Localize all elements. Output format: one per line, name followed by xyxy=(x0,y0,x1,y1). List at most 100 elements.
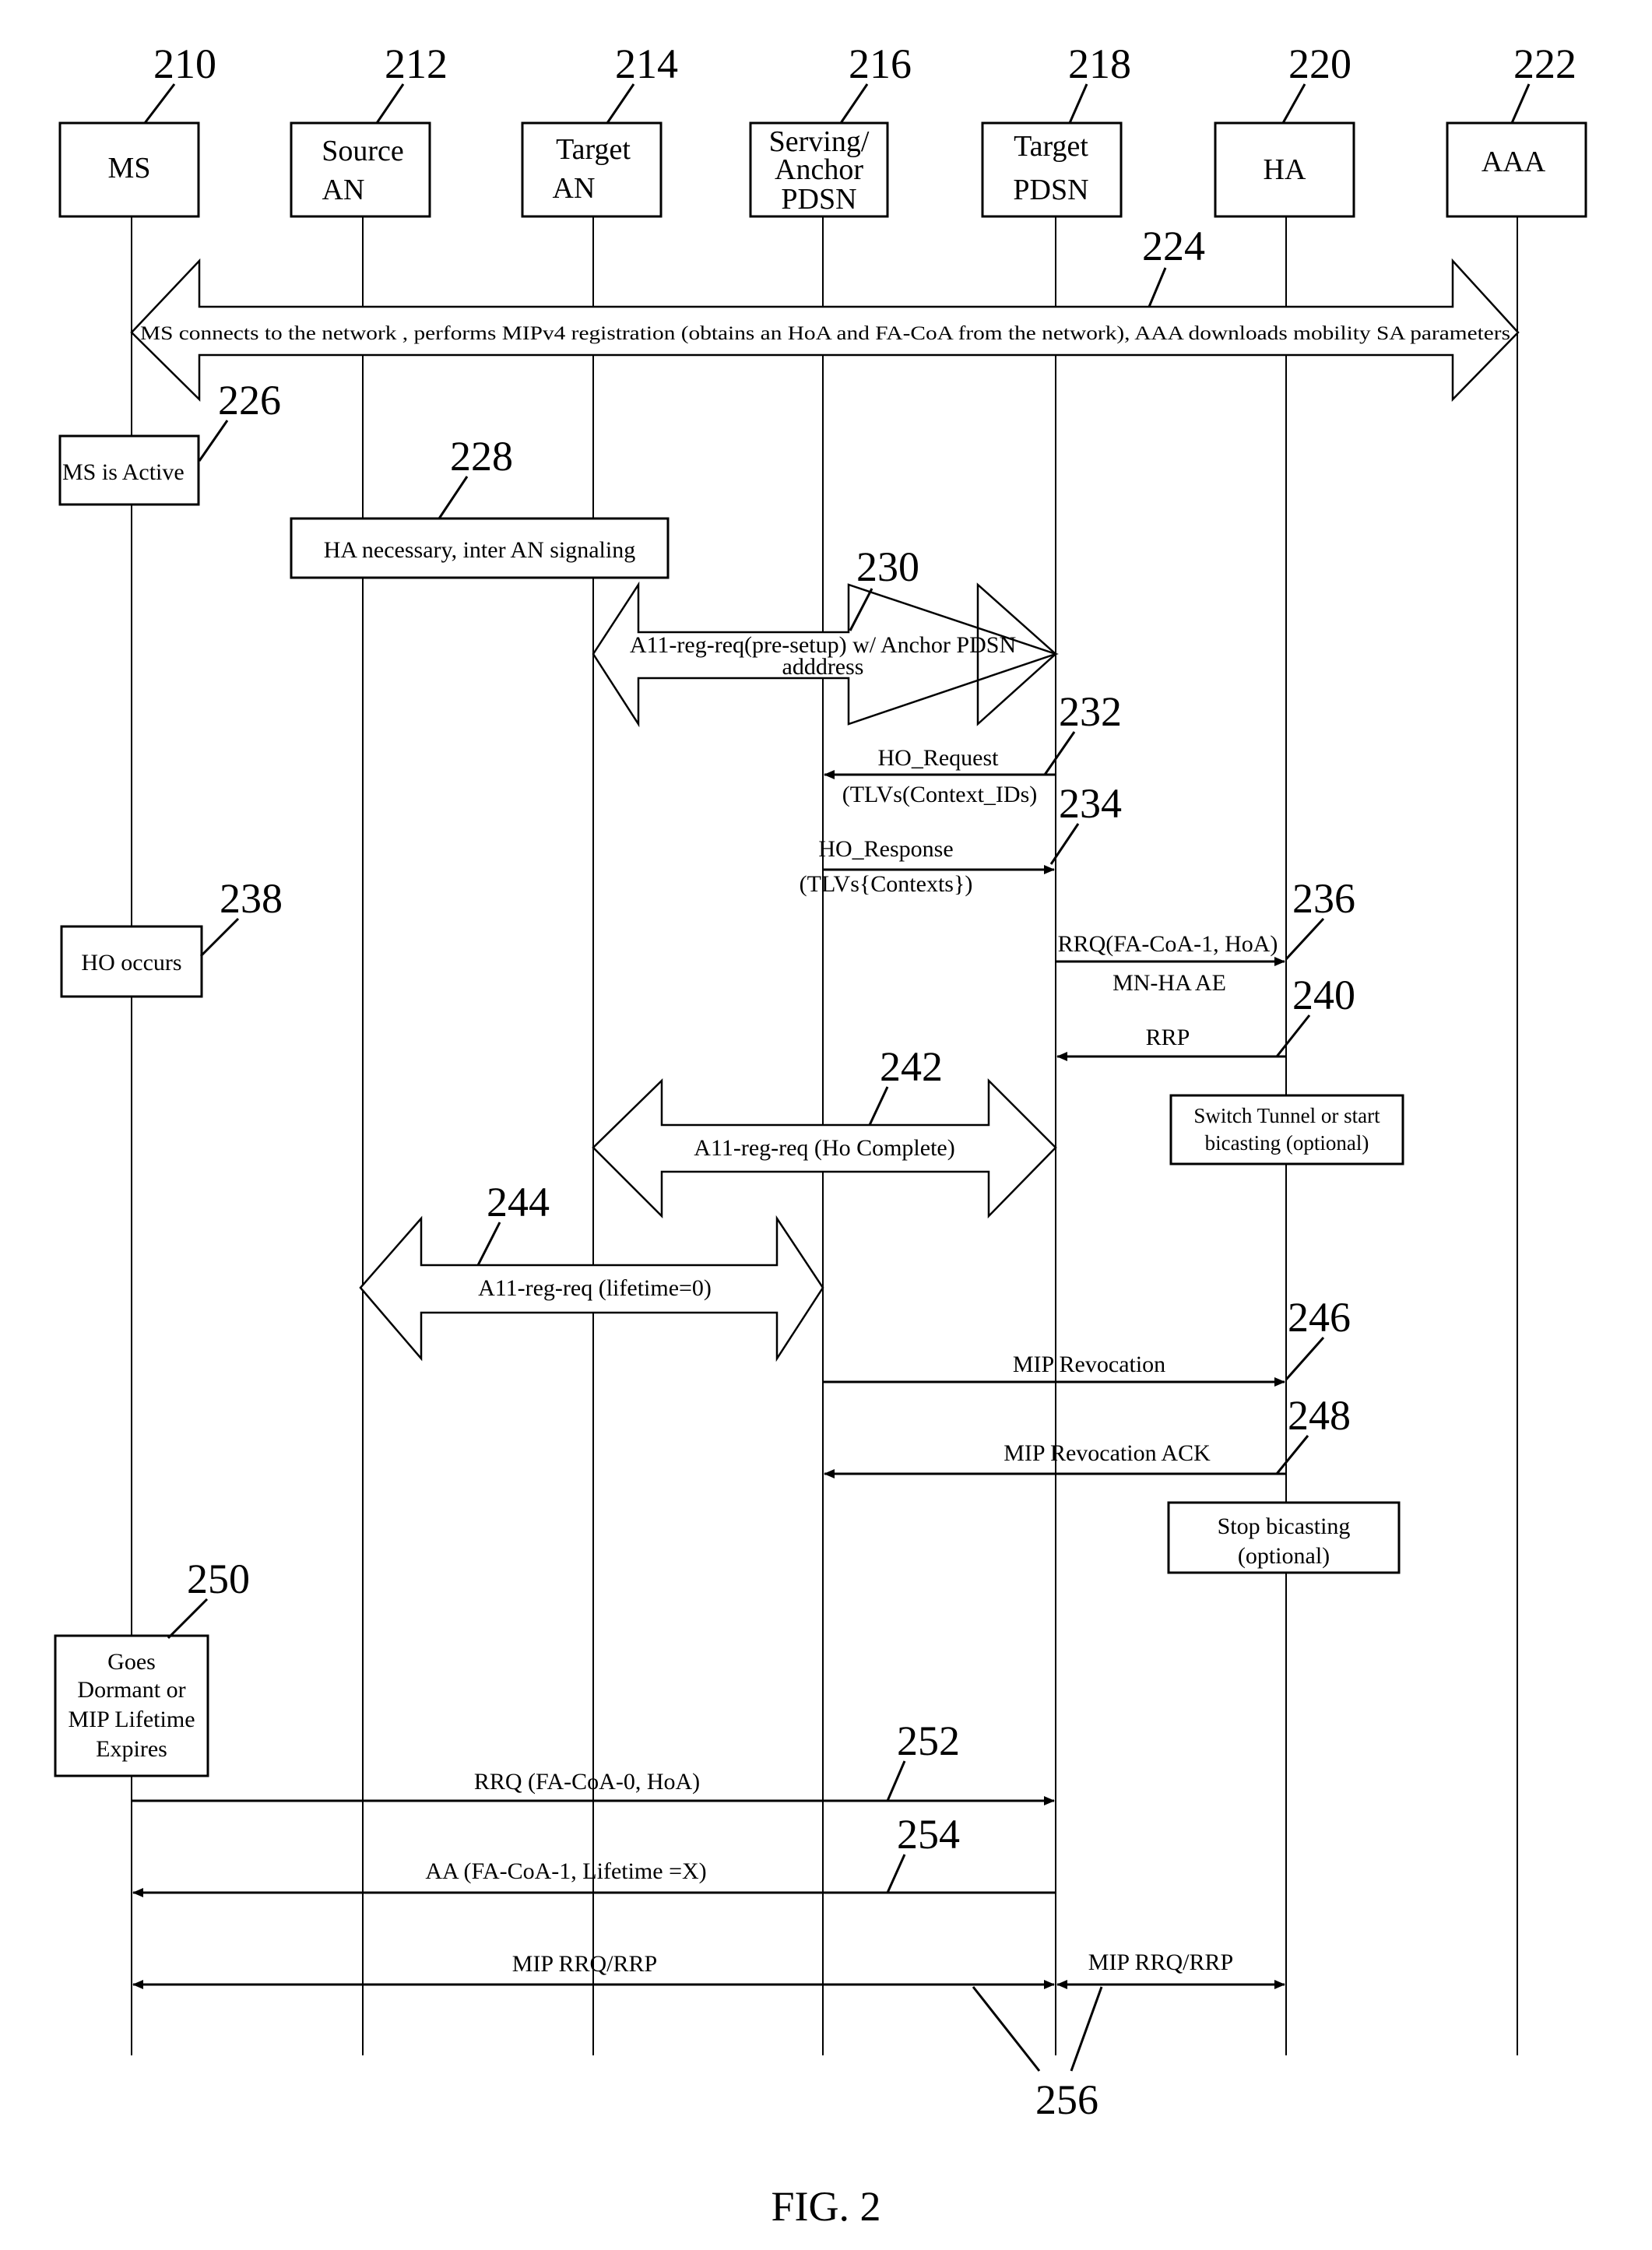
switch-tunnel-note: Switch Tunnel or start bicasting (option… xyxy=(1169,1094,1404,1165)
ref-number: 240 xyxy=(1292,972,1355,1018)
step-label: RRP xyxy=(1146,1025,1190,1050)
step-label: (TLVs(Context_IDs) xyxy=(842,782,1038,807)
ref-leader xyxy=(375,83,405,124)
step-224-block-arrow: MS connects to the network , performs MI… xyxy=(130,223,1520,403)
ref-number: 252 xyxy=(897,1717,960,1764)
step-250-note: Goes Dormant or MIP Lifetime Expires 250 xyxy=(54,1556,250,1777)
entity-label: AAA xyxy=(1482,146,1546,178)
entity-label: HA xyxy=(1264,153,1306,186)
entity-label: Target xyxy=(556,133,631,166)
note-label: HA necessary, inter AN signaling xyxy=(324,537,635,563)
ref-number: 216 xyxy=(849,40,912,87)
ref-number: 214 xyxy=(615,40,678,87)
ref-number: 244 xyxy=(487,1179,550,1225)
ref-leader xyxy=(1043,731,1076,775)
ref-leader xyxy=(606,83,635,124)
ref-leader xyxy=(476,1222,501,1266)
entity-label: PDSN xyxy=(1013,174,1088,206)
ref-leader xyxy=(1148,267,1167,308)
ref-number: 256 xyxy=(1035,2076,1098,2123)
step-248-message: MIP Revocation ACK 248 xyxy=(824,1392,1351,1478)
note-label: (optional) xyxy=(1238,1543,1330,1569)
step-label: RRQ (FA-CoA-0, HoA) xyxy=(474,1769,700,1795)
step-244-block-arrow: A11-reg-req (lifetime=0) 244 xyxy=(359,1179,824,1362)
step-label: MIP RRQ/RRP xyxy=(512,1951,657,1977)
note-label: MIP Lifetime xyxy=(68,1707,195,1732)
ref-number: 212 xyxy=(385,40,448,87)
entity-label: Anchor xyxy=(775,153,863,186)
step-label: MIP Revocation ACK xyxy=(1004,1440,1211,1466)
ref-number: 230 xyxy=(856,543,919,590)
ref-leader xyxy=(198,420,229,462)
ref-number: 232 xyxy=(1059,688,1122,735)
ref-number: 248 xyxy=(1288,1392,1351,1439)
ref-number: 250 xyxy=(187,1556,250,1602)
stop-bicasting-note: Stop bicasting (optional) xyxy=(1167,1501,1401,1574)
step-label: A11-reg-req (lifetime=0) xyxy=(478,1275,712,1301)
ref-number: 242 xyxy=(880,1043,943,1090)
entity-label: Target xyxy=(1014,130,1088,163)
call-flow-diagram: MS 210 Source AN 212 Target AN 214 Servi… xyxy=(54,40,1587,2230)
ref-leader xyxy=(972,1986,1041,2072)
ref-number: 218 xyxy=(1068,40,1131,87)
step-226-note: MS is Active 226 xyxy=(58,377,281,506)
ref-leader xyxy=(199,917,240,958)
step-246-message: MIP Revocation 246 xyxy=(823,1294,1351,1387)
ref-number: 226 xyxy=(218,377,281,424)
step-label: MIP Revocation xyxy=(1013,1352,1165,1377)
ref-leader xyxy=(1070,1986,1103,2072)
entity-label: Source xyxy=(322,135,404,167)
step-238-note: HO occurs 238 xyxy=(60,875,283,998)
figure-caption: FIG. 2 xyxy=(771,2183,880,2230)
step-256-messages: MIP RRQ/RRP MIP RRQ/RRP 256 xyxy=(132,1949,1285,2123)
ref-leader xyxy=(1510,83,1531,124)
ref-leader xyxy=(1285,1337,1325,1380)
ref-leader xyxy=(1281,83,1306,124)
step-label: MIP RRQ/RRP xyxy=(1088,1949,1233,1975)
entity-label: AN xyxy=(322,174,365,206)
step-label: A11-reg-req (Ho Complete) xyxy=(694,1135,954,1161)
ref-leader xyxy=(886,1854,906,1893)
step-label: AA (FA-CoA-1, Lifetime =X) xyxy=(425,1858,706,1884)
note-label: Dormant or xyxy=(77,1677,185,1703)
note-label: HO occurs xyxy=(81,950,181,976)
step-label: RRQ(FA-CoA-1, HoA) xyxy=(1058,931,1278,957)
ref-leader xyxy=(1275,1014,1311,1057)
step-label: (TLVs{Contexts}) xyxy=(800,871,973,897)
entity-label: PDSN xyxy=(781,183,856,216)
entity-label: MS xyxy=(108,152,151,185)
note-label: Stop bicasting xyxy=(1218,1513,1351,1539)
ref-number: 228 xyxy=(450,433,513,480)
ref-number: 224 xyxy=(1142,223,1205,269)
ref-number: 246 xyxy=(1288,1294,1351,1341)
ref-number: 238 xyxy=(220,875,283,922)
step-label: HO_Request xyxy=(878,745,1000,771)
step-label: MS connects to the network , performs MI… xyxy=(140,323,1510,344)
ref-number: 234 xyxy=(1059,780,1122,827)
step-242-block-arrow: A11-reg-req (Ho Complete) 242 xyxy=(592,1043,1057,1219)
ref-leader xyxy=(868,1086,889,1126)
ref-leader xyxy=(438,476,469,519)
ref-number: 236 xyxy=(1292,875,1355,922)
entity-label: AN xyxy=(553,172,596,205)
ref-number: 254 xyxy=(897,1811,960,1858)
ref-leader xyxy=(1275,1435,1309,1475)
note-label: Expires xyxy=(96,1736,167,1762)
step-label: adddress xyxy=(782,654,864,680)
step-254-message: AA (FA-CoA-1, Lifetime =X) 254 xyxy=(132,1811,1056,1897)
ref-number: 220 xyxy=(1288,40,1351,87)
ref-leader xyxy=(1068,83,1088,124)
ref-leader xyxy=(143,83,176,124)
note-label: Goes xyxy=(107,1649,156,1675)
step-label: MN-HA AE xyxy=(1112,970,1226,996)
ref-leader xyxy=(839,83,869,124)
ref-leader xyxy=(886,1760,906,1802)
note-label: MS is Active xyxy=(62,459,185,485)
ref-leader xyxy=(167,1598,209,1640)
ref-number: 222 xyxy=(1513,40,1576,87)
ref-leader xyxy=(1285,917,1325,961)
ref-number: 210 xyxy=(153,40,216,87)
step-228-note: HA necessary, inter AN signaling 228 xyxy=(290,433,670,579)
note-label: bicasting (optional) xyxy=(1205,1131,1369,1155)
note-label: Switch Tunnel or start xyxy=(1193,1104,1380,1127)
